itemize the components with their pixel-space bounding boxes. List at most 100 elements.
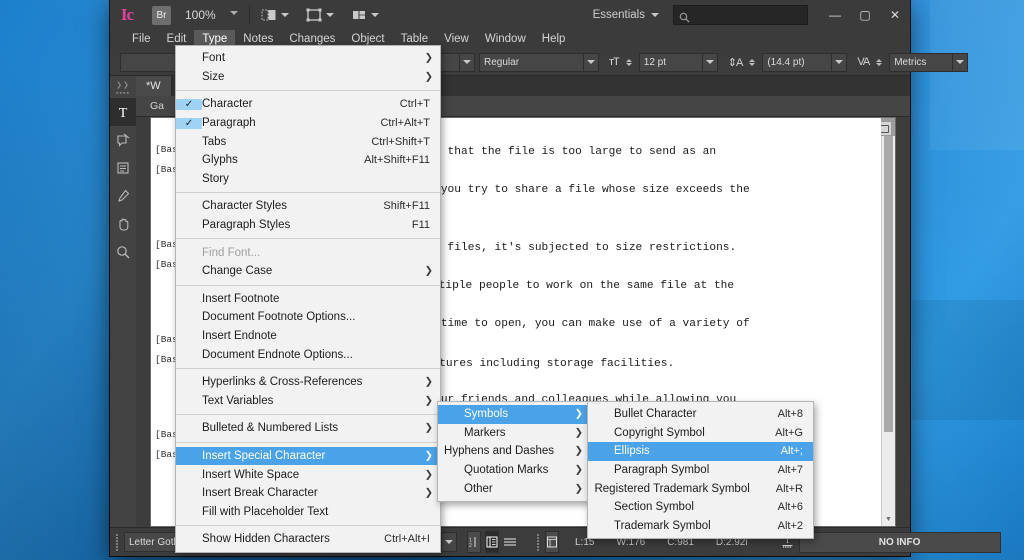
menu-item-document-endnote-options[interactable]: Document Endnote Options... (176, 345, 440, 364)
leading-value: (14.4 pt) (762, 52, 833, 72)
menu-item-symbols[interactable]: Symbols ❯ (438, 405, 590, 424)
leading-stepper[interactable] (749, 54, 756, 71)
tool-zoom[interactable] (110, 238, 136, 266)
menu-item-label: Other (464, 482, 493, 495)
menu-symbols-submenu: Bullet Character Alt+8 Copyright Symbol Alt… (587, 401, 814, 540)
menu-item-bulleted-numbered-lists[interactable]: Bulleted & Numbered Lists ❯ (176, 419, 440, 438)
menu-file[interactable]: File (124, 30, 159, 49)
menu-item-tabs[interactable]: Tabs Ctrl+Shift+T (176, 132, 440, 151)
menu-item-quotation-marks[interactable]: Quotation Marks ❯ (438, 461, 590, 480)
menu-item-character-styles[interactable]: Character Styles Shift+F11 (176, 197, 440, 216)
menu-item-label: Quotation Marks (464, 464, 549, 477)
menu-item-document-footnote-options[interactable]: Document Footnote Options... (176, 308, 440, 327)
menu-item-glyphs[interactable]: Glyphs Alt+Shift+F11 (176, 151, 440, 170)
tools-panel-grip[interactable]: ▪▪▪▪ (110, 89, 136, 98)
document-tab[interactable]: *W (136, 76, 172, 96)
leading-dropdown[interactable]: (14.4 pt) (762, 52, 848, 72)
menu-item-change-case[interactable]: Change Case ❯ (176, 262, 440, 281)
menu-item-label: Bulleted & Numbered Lists (202, 422, 339, 435)
menu-item-trademark-symbol[interactable]: Trademark Symbol Alt+2 (588, 517, 813, 536)
menu-item-hyperlinks-cross-references[interactable]: Hyperlinks & Cross-References ❯ (176, 373, 440, 392)
window-minimize-button[interactable]: — (820, 0, 850, 30)
menu-item-insert-footnote[interactable]: Insert Footnote (176, 290, 440, 309)
menu-item-story[interactable]: Story (176, 170, 440, 189)
style-name-column-button[interactable] (485, 531, 499, 553)
tools-panel-collapse-handle[interactable]: ❯❯ (110, 80, 136, 89)
menu-item-other[interactable]: Other ❯ (438, 479, 590, 498)
chevron-right-icon: ❯ (424, 487, 433, 499)
font-family-chevron-down-icon[interactable] (460, 52, 475, 72)
bridge-icon[interactable]: Br (152, 5, 171, 25)
svg-text:T: T (119, 106, 128, 120)
menu-item-insert-special-character[interactable]: Insert Special Character ❯ (176, 446, 440, 466)
menu-view[interactable]: View (436, 30, 477, 49)
font-size-dropdown[interactable]: 12 pt (638, 52, 718, 72)
scroll-down-arrow-icon[interactable]: ▼ (882, 513, 895, 526)
menu-item-hyphens-and-dashes[interactable]: Hyphens and Dashes ❯ (438, 442, 590, 461)
menu-item-show-hidden-characters[interactable]: Show Hidden Characters Ctrl+Alt+I (176, 530, 440, 549)
menu-item-paragraph-styles[interactable]: Paragraph Styles F11 (176, 216, 440, 235)
menu-item-character[interactable]: ✓ Character Ctrl+T (176, 95, 440, 114)
menu-insert-special-character-submenu: Symbols ❯ Markers ❯ Hyphens and Dashes ❯ Quota… (437, 401, 591, 502)
font-size-stepper[interactable] (625, 54, 632, 71)
story-editor-scrollbar[interactable]: ▲ ▼ (881, 118, 895, 526)
menu-item-insert-white-space[interactable]: Insert White Space ❯ (176, 465, 440, 484)
menu-item-font[interactable]: Font ❯ (176, 49, 440, 68)
status-bar-grip[interactable] (116, 533, 118, 551)
menu-item-text-variables[interactable]: Text Variables ❯ (176, 392, 440, 411)
menu-item-section-symbol[interactable]: Section Symbol Alt+6 (588, 498, 813, 517)
kerning-chevron-down-icon[interactable] (953, 52, 969, 72)
tool-type[interactable]: T (110, 98, 136, 126)
tool-eyedropper[interactable] (110, 182, 136, 210)
screen-mode-icon[interactable] (305, 7, 323, 23)
menu-separator (176, 414, 440, 416)
workspace-chevron-down-icon[interactable] (651, 13, 659, 17)
menu-item-copyright-symbol[interactable]: Copyright Symbol Alt+G (588, 424, 813, 443)
status-line-spacing-chevron-down-icon[interactable] (442, 532, 457, 552)
menu-item-insert-endnote[interactable]: Insert Endnote (176, 327, 440, 346)
menu-item-paragraph[interactable]: ✓ Paragraph Ctrl+Alt+T (176, 114, 440, 133)
tools-panel: ❯❯ ▪▪▪▪ T (110, 76, 136, 527)
menu-item-label: Section Symbol (614, 501, 694, 514)
menu-item-insert-break-character[interactable]: Insert Break Character ❯ (176, 484, 440, 503)
layout-view-chevron-down-icon[interactable] (280, 13, 289, 17)
leading-chevron-down-icon[interactable] (832, 52, 848, 72)
menu-item-markers[interactable]: Markers ❯ (438, 424, 590, 443)
layout-view-icon[interactable] (260, 7, 278, 23)
chevron-right-icon: ❯ (574, 483, 583, 495)
menu-help[interactable]: Help (534, 30, 574, 49)
arrange-documents-group[interactable] (350, 7, 379, 23)
font-style-dropdown[interactable]: Regular (479, 52, 599, 72)
search-input[interactable] (673, 5, 808, 25)
zoom-level-label[interactable]: 100% (185, 8, 216, 22)
arrange-documents-chevron-down-icon[interactable] (370, 13, 379, 17)
document-info-button[interactable] (545, 531, 559, 553)
tool-notes[interactable] (110, 154, 136, 182)
font-size-chevron-down-icon[interactable] (702, 52, 718, 72)
arrange-documents-icon[interactable] (350, 7, 368, 23)
menu-lines-icon[interactable] (503, 532, 517, 552)
screen-mode-group[interactable] (260, 7, 289, 23)
screen-mode-chevron-down-icon[interactable] (325, 13, 334, 17)
tool-hand[interactable] (110, 210, 136, 238)
scrollbar-thumb[interactable] (884, 132, 893, 432)
menu-item-paragraph-symbol[interactable]: Paragraph Symbol Alt+7 (588, 461, 813, 480)
menu-item-size[interactable]: Size ❯ (176, 68, 440, 87)
screen-mode-group-2[interactable] (305, 7, 334, 23)
status-bar-grip-2[interactable] (537, 533, 539, 551)
font-style-chevron-down-icon[interactable] (584, 52, 599, 72)
kerning-stepper[interactable] (876, 54, 883, 71)
menu-item-ellipsis[interactable]: Ellipsis Alt+; (588, 442, 813, 461)
kerning-dropdown[interactable]: Metrics (889, 52, 969, 72)
toolbar-divider (248, 6, 250, 24)
menu-item-registered-trademark-symbol[interactable]: Registered Trademark Symbol Alt+R (588, 479, 813, 498)
workspace-switcher[interactable]: Essentials (593, 9, 659, 21)
menu-window[interactable]: Window (477, 30, 534, 49)
zoom-dropdown-chevron-down-icon[interactable] (229, 10, 239, 20)
menu-item-bullet-character[interactable]: Bullet Character Alt+8 (588, 405, 813, 424)
window-maximize-button[interactable]: ▢ (850, 0, 880, 30)
window-close-button[interactable]: ✕ (880, 0, 910, 30)
menu-item-fill-with-placeholder-text[interactable]: Fill with Placeholder Text (176, 502, 440, 521)
tool-note[interactable] (110, 126, 136, 154)
line-numbers-button[interactable]: 12 (467, 531, 481, 553)
